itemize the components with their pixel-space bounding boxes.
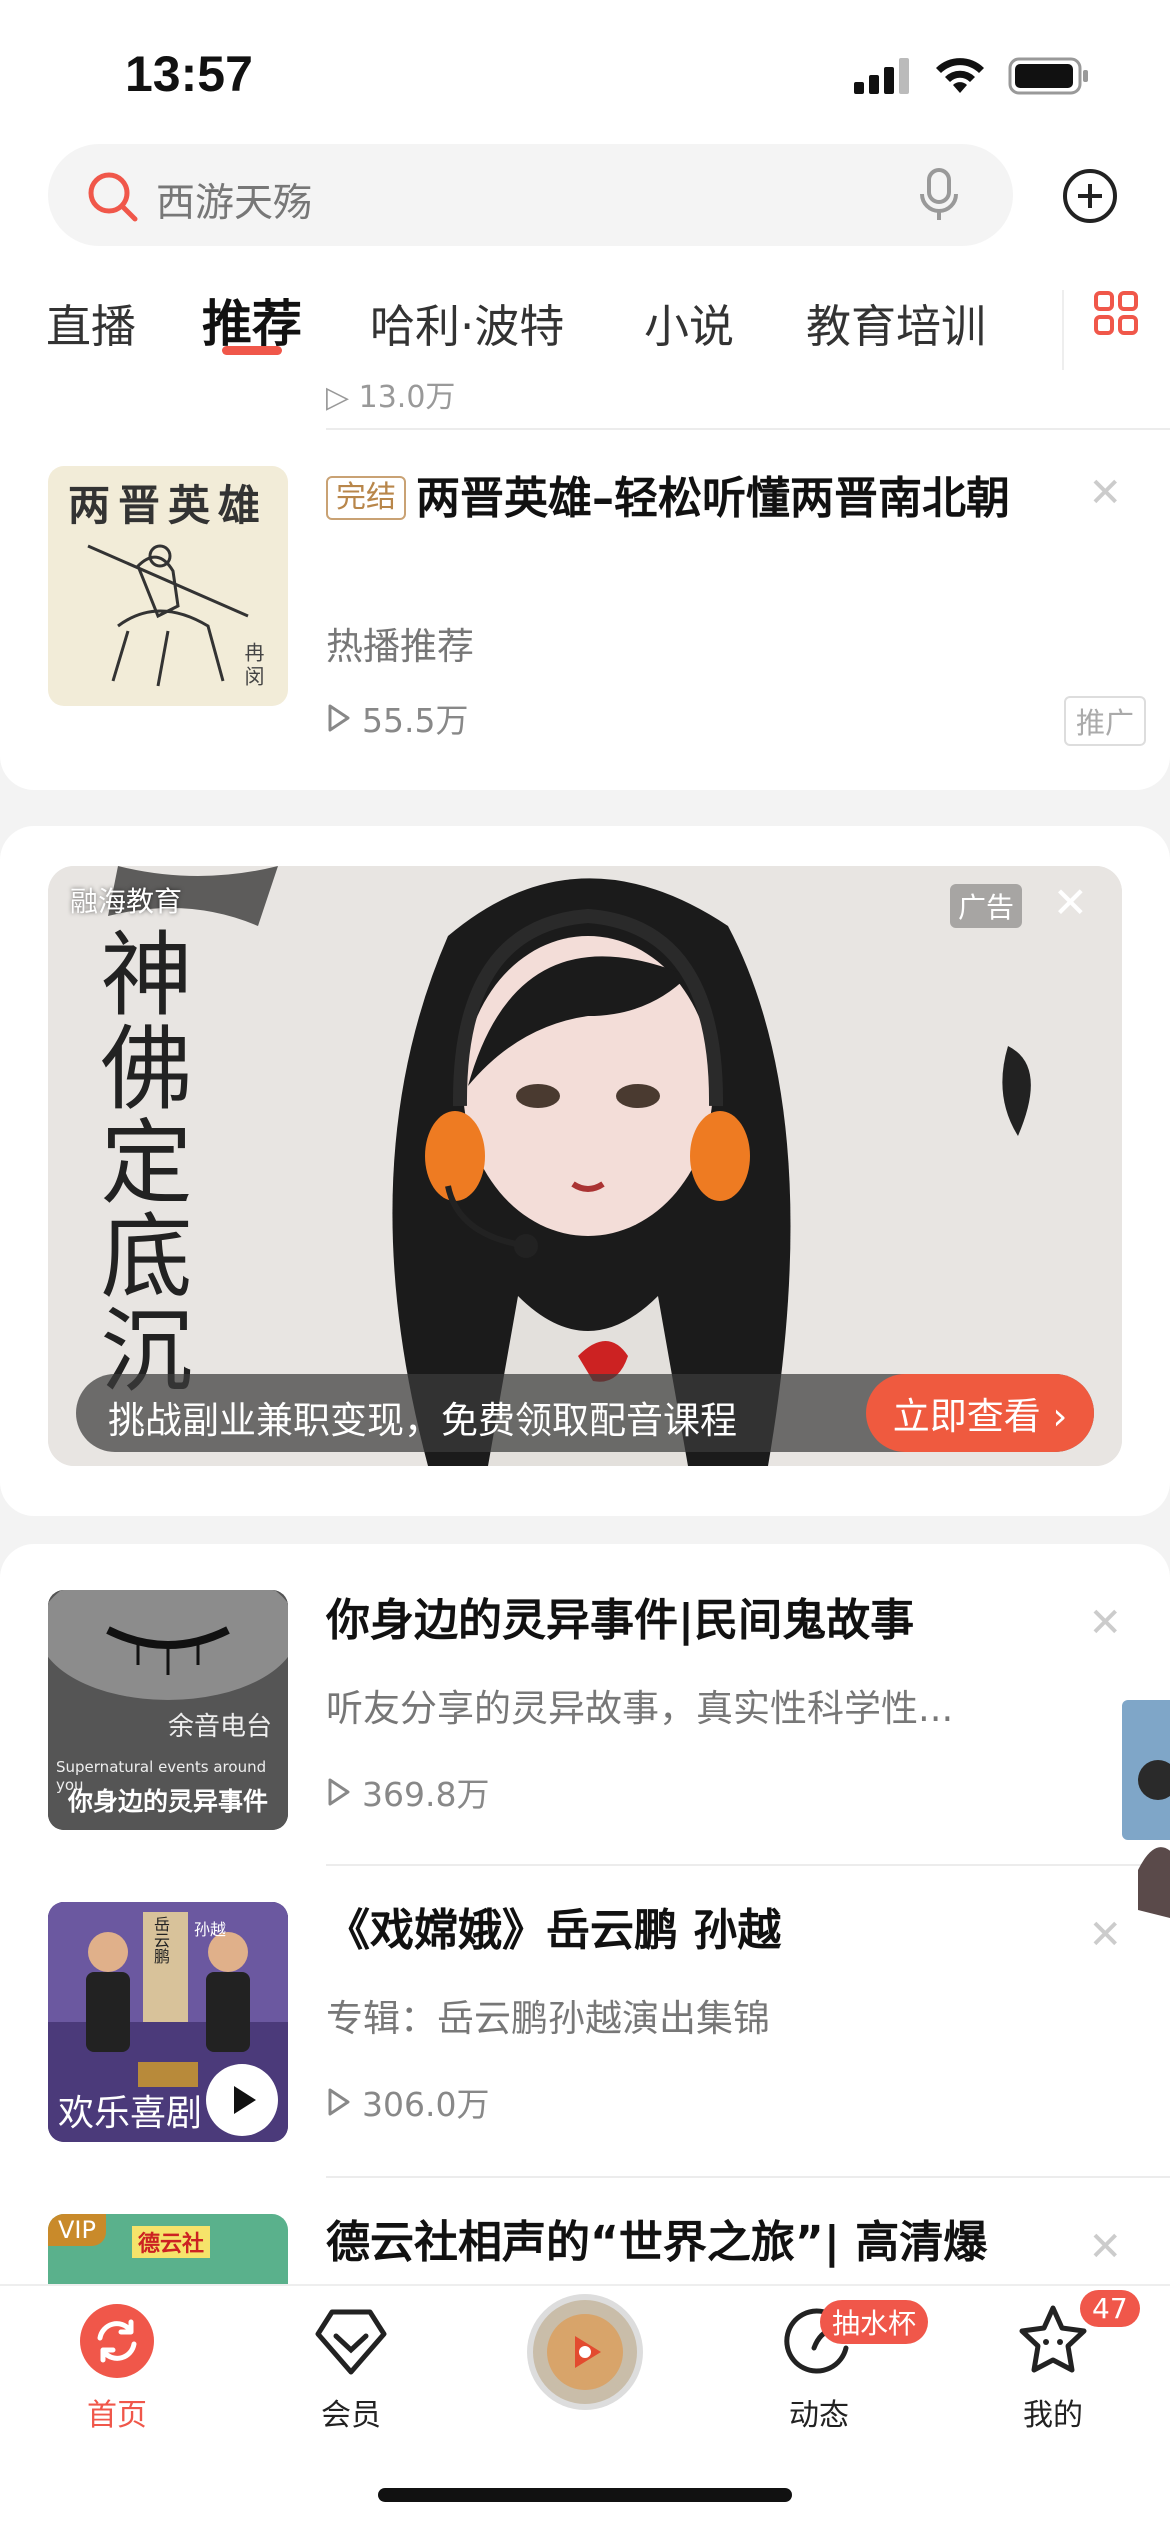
cover-name-a: 岳云鹏 <box>151 1916 170 1964</box>
divider <box>326 1864 1170 1866</box>
home-indicator <box>378 2488 792 2502</box>
ad-banner[interactable]: 神佛定底沉 融海教育 广告 ✕ 挑战副业兼职变现，免费领取配音课程 立即查看 › <box>48 866 1122 1466</box>
header: 西游天殇 直播 推荐 哈利·波特 小说 教育培训 <box>0 140 1170 370</box>
vip-badge: VIP <box>48 2214 106 2246</box>
item-title[interactable]: 《戏嫦娥》岳云鹏 孙越 <box>326 1900 1026 1962</box>
item-plays: 306.0万 <box>326 2078 489 2126</box>
cover-brand: 德云社 <box>132 2226 211 2258</box>
diamond-icon <box>315 2309 387 2375</box>
previous-item-plays: ▷ 13.0万 <box>326 380 456 415</box>
divider <box>326 428 1170 430</box>
item-subtitle: 专辑：岳云鹏孙越演出集锦 <box>326 1997 770 2040</box>
item-title[interactable]: 你身边的灵异事件|民间鬼故事 <box>326 1590 1026 1652</box>
category-grid-icon[interactable] <box>1093 290 1139 336</box>
ad-close-icon[interactable]: ✕ <box>1053 878 1088 927</box>
nav-dynamic-label: 动态 <box>789 2398 849 2433</box>
play-count-icon <box>328 704 350 732</box>
album-cover[interactable]: VIP 德云社 <box>48 2214 288 2284</box>
tab-novel[interactable]: 小说 <box>644 290 734 355</box>
search-input[interactable]: 西游天殇 <box>156 172 312 228</box>
dismiss-icon[interactable]: ✕ <box>1088 1600 1122 1646</box>
active-tab-indicator <box>222 346 282 355</box>
feed-card-top: ▷ 13.0万 两晋英雄 冉闵 完结 两晋英雄–轻松听懂两晋南北朝 热播推荐 55… <box>0 370 1170 790</box>
status-icons <box>854 56 1090 96</box>
completed-tag: 完结 <box>326 476 406 520</box>
tabs-divider <box>1062 290 1064 370</box>
dynamic-badge: 抽水杯 <box>820 2300 929 2344</box>
album-cover[interactable]: 两晋英雄 冉闵 <box>48 466 288 706</box>
item-plays: 55.5万 <box>326 694 468 742</box>
cover-caption: 冉闵 <box>241 642 265 690</box>
play-count-icon <box>328 1778 350 1806</box>
item-plays: 369.8万 <box>326 1768 489 1816</box>
ad-brand: 融海教育 <box>70 885 183 918</box>
dismiss-icon[interactable]: ✕ <box>1088 1912 1122 1958</box>
play-count-icon <box>328 2088 350 2116</box>
play-button-icon[interactable] <box>204 2062 280 2138</box>
ad-card: 神佛定底沉 融海教育 广告 ✕ 挑战副业兼职变现，免费领取配音课程 立即查看 › <box>0 826 1170 1516</box>
ad-caption-bar: 挑战副业兼职变现，免费领取配音课程 立即查看 › <box>76 1374 1094 1452</box>
status-bar: 13:57 <box>0 0 1170 140</box>
divider <box>326 2176 1170 2178</box>
home-icon <box>80 2304 154 2378</box>
nav-vip[interactable]: 会员 <box>276 2302 426 2434</box>
cover-title: 欢乐喜剧 <box>58 2093 203 2134</box>
mine-badge: 47 <box>1080 2290 1140 2327</box>
dismiss-icon[interactable]: ✕ <box>1088 2224 1122 2270</box>
ad-label: 广告 <box>949 884 1022 928</box>
search-icon <box>88 172 138 222</box>
wifi-icon <box>936 58 984 93</box>
item-subtitle: 热播推荐 <box>326 625 474 668</box>
item-subtitle: 听友分享的灵异故事，真实性科学性... <box>326 1687 954 1730</box>
tab-harry-potter[interactable]: 哈利·波特 <box>370 290 564 355</box>
battery-icon <box>1008 57 1088 95</box>
status-time: 13:57 <box>125 46 253 102</box>
category-tabs: 直播 推荐 哈利·波特 小说 教育培训 <box>0 270 1060 370</box>
item-title[interactable]: 完结 两晋英雄–轻松听懂两晋南北朝 <box>326 468 1026 530</box>
nav-vip-label: 会员 <box>321 2398 381 2433</box>
tab-education[interactable]: 教育培训 <box>806 290 986 355</box>
ad-caption: 挑战副业兼职变现，免费领取配音课程 <box>108 1399 737 1442</box>
microphone-icon[interactable] <box>917 166 961 224</box>
nav-home-label: 首页 <box>87 2398 147 2433</box>
ad-cta-button[interactable]: 立即查看 › <box>866 1374 1094 1452</box>
nav-player[interactable] <box>510 2292 660 2416</box>
add-circle-icon[interactable] <box>1060 166 1120 226</box>
promoted-badge: 推广 <box>1063 696 1146 746</box>
nav-home[interactable]: 首页 <box>42 2302 192 2434</box>
now-playing-disc-icon <box>527 2294 643 2410</box>
item-title[interactable]: 德云社相声的“世界之旅”| 高清爆 <box>326 2212 1026 2274</box>
floating-widget[interactable] <box>1118 1700 1170 1920</box>
nav-mine-label: 我的 <box>1023 2398 1083 2433</box>
cover-name-b: 孙越 <box>194 1920 227 1939</box>
cover-brand: 余音电台 <box>167 1712 272 1742</box>
tab-live[interactable]: 直播 <box>46 290 136 355</box>
ad-calligraphy: 神佛定底沉 <box>85 926 192 1396</box>
search-bar[interactable]: 西游天殇 <box>48 144 1013 246</box>
feed-list: 余音电台 Supernatural events around you 你身边的… <box>0 1544 1170 2304</box>
cover-title: 你身边的灵异事件 <box>67 1787 268 1816</box>
dismiss-icon[interactable]: ✕ <box>1088 470 1122 516</box>
album-cover[interactable]: 余音电台 Supernatural events around you 你身边的… <box>48 1590 288 1830</box>
album-cover[interactable]: 岳云鹏 孙越 欢乐喜剧 <box>48 1902 288 2142</box>
cellular-signal-icon <box>854 58 909 94</box>
